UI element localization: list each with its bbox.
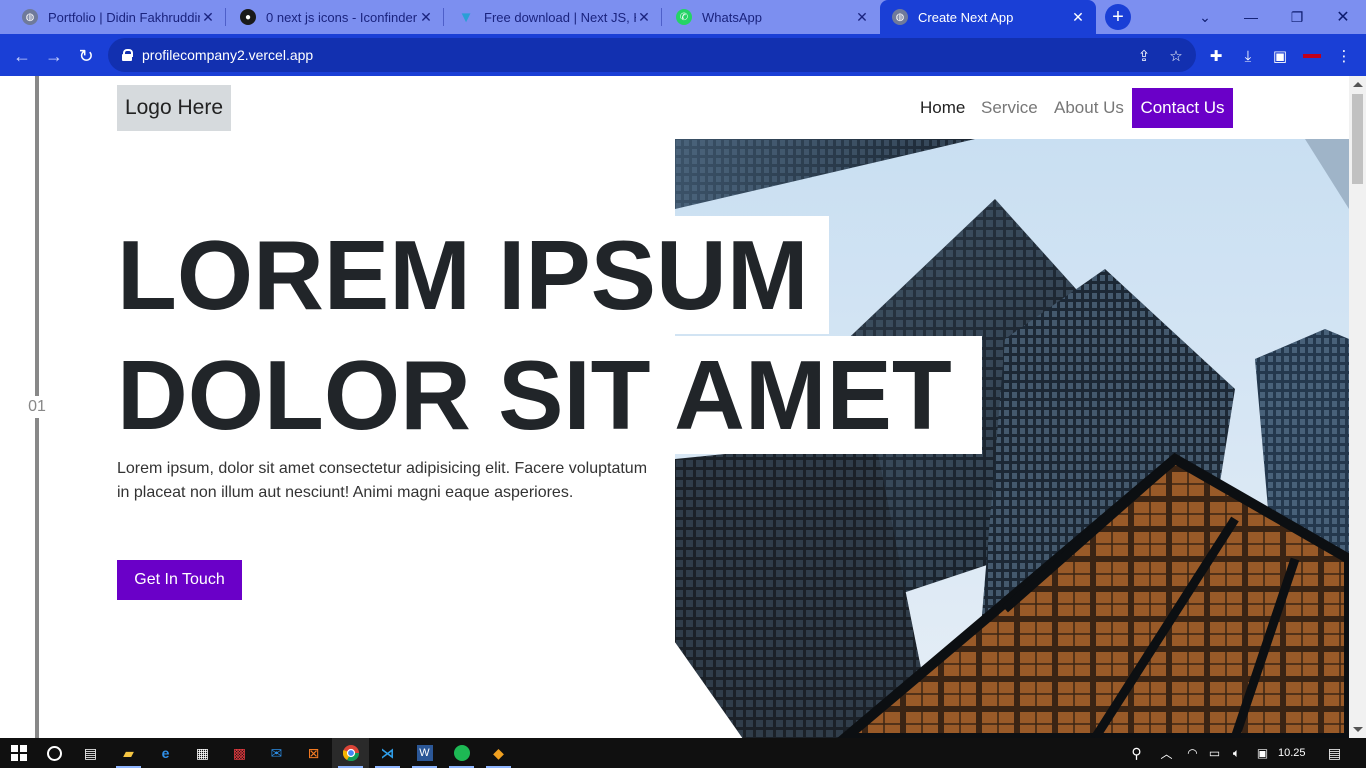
file-explorer-icon[interactable]: ▰ — [110, 738, 147, 768]
xampp-icon[interactable]: ⊠ — [295, 738, 332, 768]
back-button[interactable]: ← — [8, 42, 36, 70]
close-icon[interactable]: ✕ — [418, 9, 434, 25]
store-icon[interactable]: ▦ — [184, 738, 221, 768]
iconfinder-icon: ● — [240, 9, 256, 25]
scroll-thumb[interactable] — [1352, 94, 1363, 184]
windows-taskbar: ▤ ▰ e ▦ ▩ ✉ ⊠ ⋊ W ◆ ⚲ ︿ ◠ ▭ 🔈︎ ▣ 10.25 ▤ — [0, 738, 1366, 768]
reload-button[interactable]: ↻ — [72, 42, 100, 70]
tab-strip: ◍ Portfolio | Didin Fakhruddin ✕ ● 0 nex… — [0, 0, 1366, 34]
tab-search-chevron-icon[interactable]: ⌄ — [1182, 0, 1228, 34]
git-icon[interactable]: ◆ — [480, 738, 517, 768]
close-window-button[interactable]: ✕ — [1320, 0, 1366, 34]
tab-whatsapp[interactable]: ✆ WhatsApp ✕ — [664, 0, 880, 34]
spotify-icon[interactable] — [443, 738, 480, 768]
nav-home[interactable]: Home — [920, 88, 965, 128]
globe-icon: ◍ — [892, 9, 908, 25]
scroll-up-icon[interactable] — [1353, 82, 1363, 87]
hero-description: Lorem ipsum, dolor sit amet consectetur … — [117, 460, 648, 501]
nav-service[interactable]: Service — [981, 88, 1038, 128]
task-view-icon[interactable]: ▤ — [72, 738, 109, 768]
get-in-touch-button[interactable]: Get In Touch — [117, 560, 242, 600]
scroll-down-icon[interactable] — [1353, 727, 1363, 732]
whatsapp-icon: ✆ — [676, 9, 692, 25]
hero-headline-line-2: DOLOR SIT AMET — [117, 340, 952, 450]
download-icon[interactable]: ⤓ — [1238, 46, 1258, 66]
contact-us-button[interactable]: Contact Us — [1132, 88, 1233, 128]
tab-iconfinder[interactable]: ● 0 next js icons - Iconfinder ✕ — [228, 0, 444, 34]
bookmark-star-icon[interactable]: ☆ — [1166, 46, 1186, 66]
tab-next-download[interactable]: ▼ Free download | Next JS, HD. ✕ — [446, 0, 662, 34]
taskbar-clock[interactable]: 10.25 — [1278, 738, 1306, 768]
side-panel-icon[interactable]: ▣ — [1270, 46, 1290, 66]
cortana-icon[interactable] — [36, 738, 73, 768]
word-icon[interactable]: W — [406, 738, 443, 768]
share-icon[interactable]: ⇪ — [1134, 46, 1154, 66]
url-text: profilecompany2.vercel.app — [142, 47, 314, 63]
windows-start-icon[interactable] — [0, 738, 37, 768]
browser-toolbar: ← → ↻ profilecompany2.vercel.app ⇪ ☆ ✚ ⤓… — [0, 34, 1366, 76]
restore-button[interactable]: ❐ — [1274, 0, 1320, 34]
site-logo[interactable]: Logo Here — [117, 85, 231, 131]
menu-kebab-icon[interactable]: ⋮ — [1334, 46, 1354, 66]
forward-button[interactable]: → — [40, 42, 68, 70]
globe-icon: ◍ — [22, 9, 38, 25]
hero-headline-line-1: LOREM IPSUM — [117, 220, 809, 330]
page-scrollbar[interactable] — [1349, 76, 1366, 738]
vuesax-icon: ▼ — [458, 8, 474, 26]
mail-icon[interactable]: ✉ — [258, 738, 295, 768]
close-icon[interactable]: ✕ — [200, 9, 216, 25]
vscode-icon[interactable]: ⋊ — [369, 738, 406, 768]
tab-portfolio[interactable]: ◍ Portfolio | Didin Fakhruddin ✕ — [10, 0, 226, 34]
profile-icon[interactable] — [1302, 46, 1322, 66]
close-icon[interactable]: ✕ — [636, 9, 652, 25]
close-icon[interactable]: ✕ — [854, 9, 870, 25]
chrome-icon[interactable] — [332, 738, 369, 768]
web-page: 01 Logo Here Home Service About Us Conta… — [0, 76, 1366, 738]
edge-icon[interactable]: e — [147, 738, 184, 768]
new-tab-button[interactable]: + — [1105, 4, 1131, 30]
tab-create-next-app[interactable]: ◍ Create Next App ✕ — [880, 0, 1096, 34]
action-center-icon[interactable]: ▤ — [1316, 738, 1353, 768]
lock-icon — [122, 49, 133, 61]
extensions-icon[interactable]: ✚ — [1206, 46, 1226, 66]
close-icon[interactable]: ✕ — [1070, 9, 1086, 25]
nav-about-us[interactable]: About Us — [1054, 88, 1124, 128]
address-bar[interactable]: profilecompany2.vercel.app — [108, 38, 1196, 72]
section-number: 01 — [18, 396, 56, 418]
notification-alert-icon[interactable]: ▣ — [1244, 738, 1281, 768]
minimize-button[interactable]: — — [1228, 0, 1274, 34]
gift-icon[interactable]: ▩ — [221, 738, 258, 768]
